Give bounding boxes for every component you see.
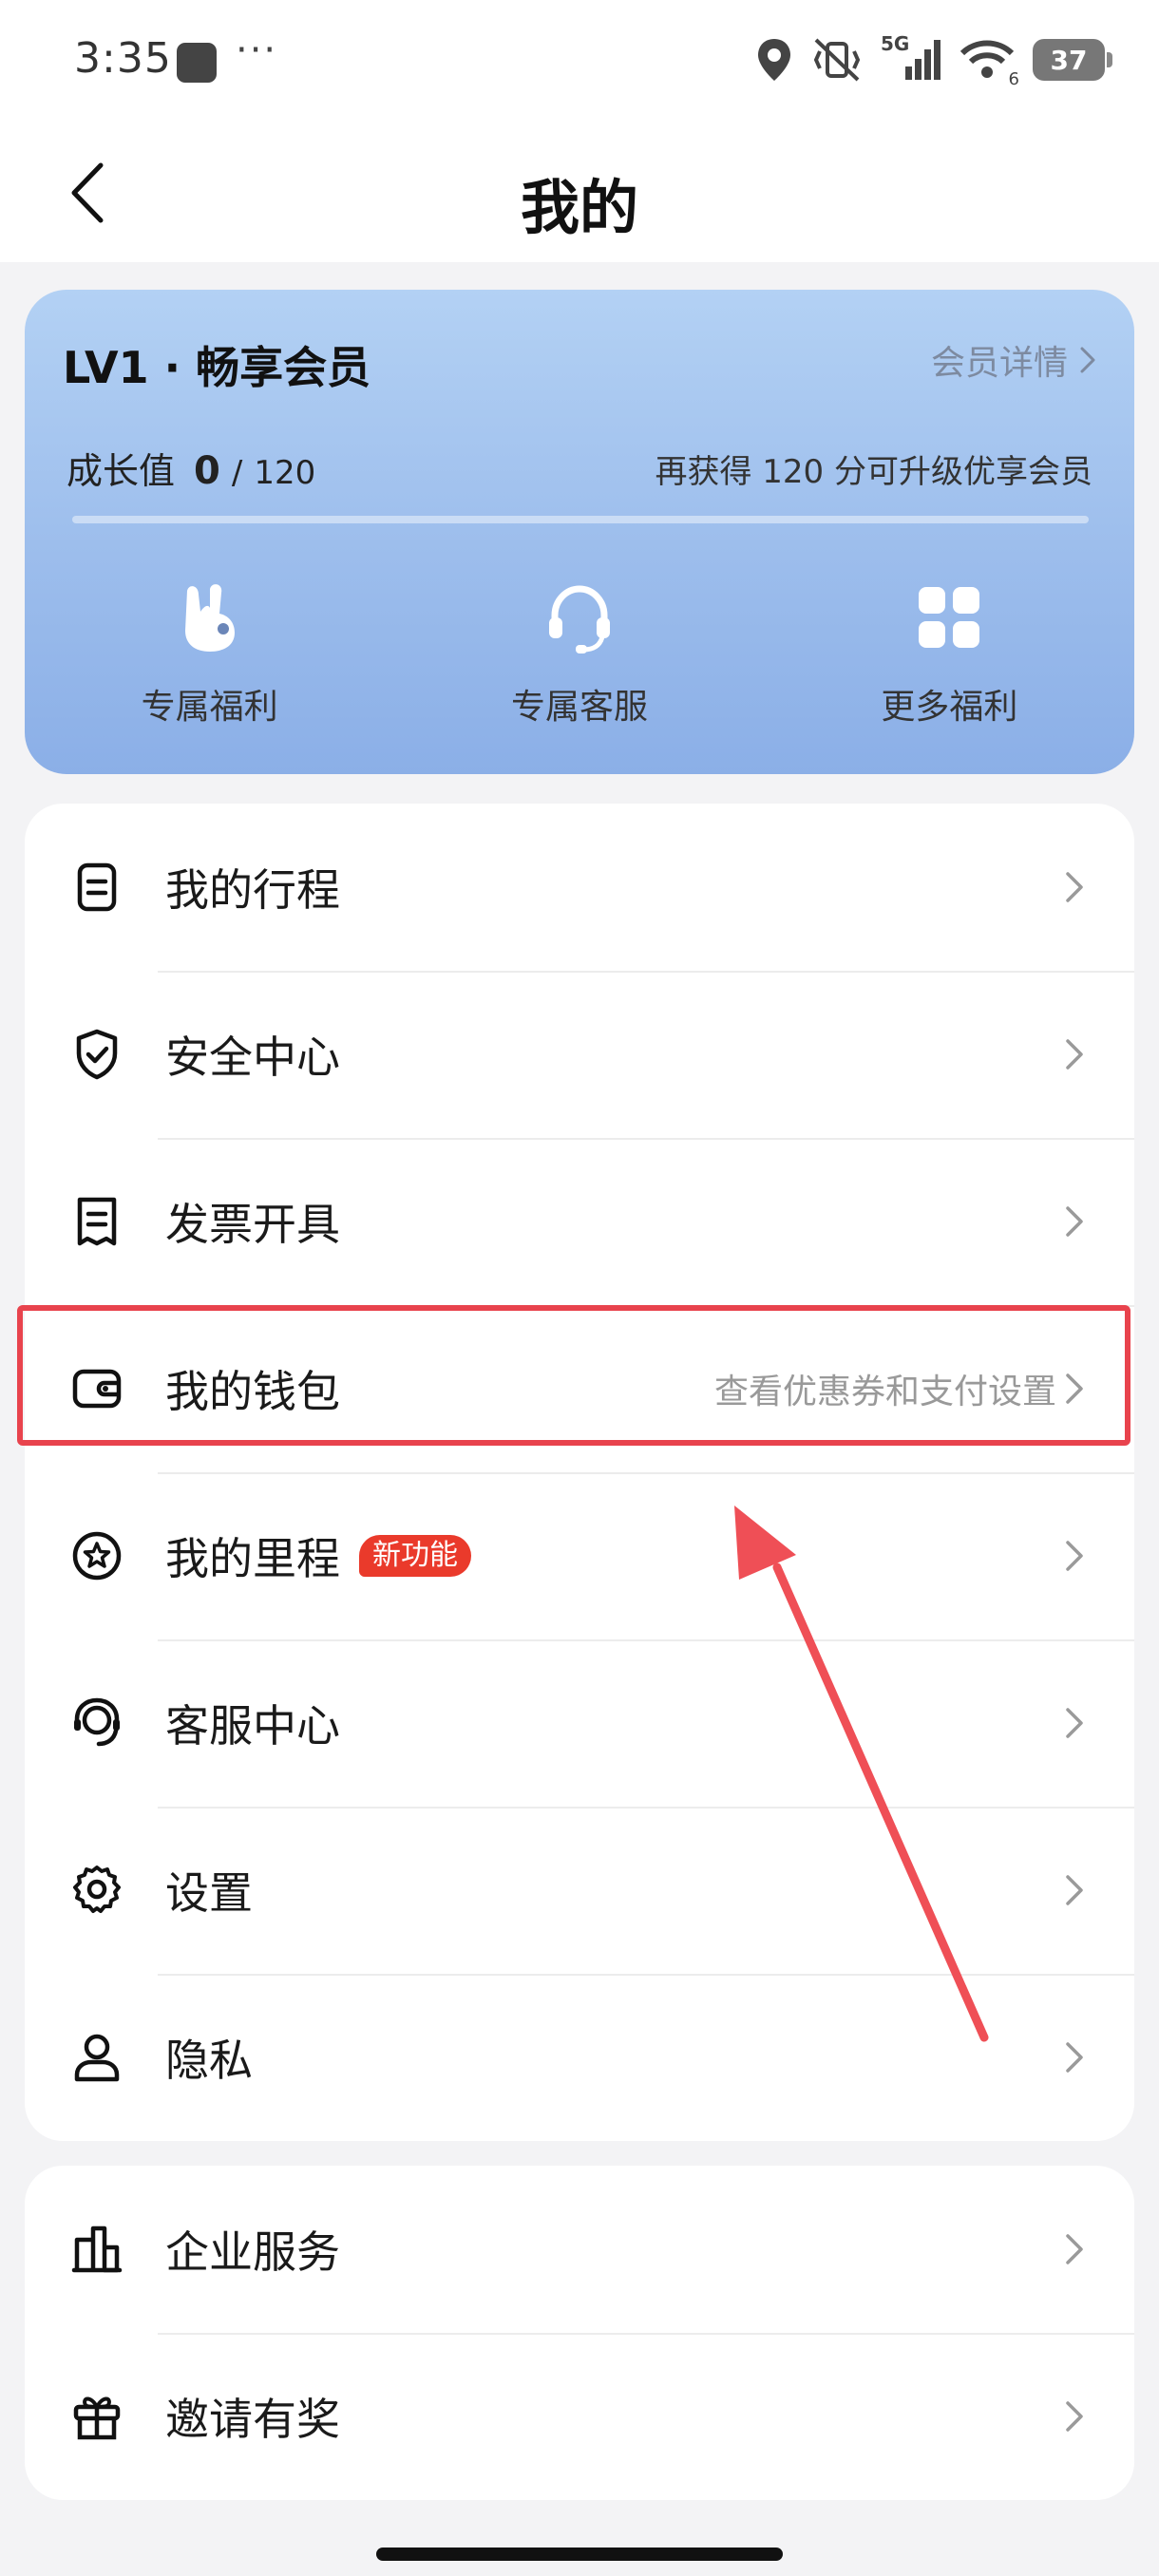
menu-item-my-trips[interactable]: 我的行程	[25, 804, 1134, 971]
growth-current: 0	[194, 449, 220, 493]
person-icon	[70, 2031, 124, 2084]
main-menu-list: 我的行程 安全中心 发票开具 我的钱包 查看优惠券和支付设置 我的里程 新功能	[25, 804, 1134, 2141]
cellular-signal-icon: 5G	[881, 32, 941, 84]
menu-item-label: 企业服务	[165, 2226, 340, 2278]
gear-icon	[70, 1864, 124, 1917]
menu-item-privacy[interactable]: 隐私	[25, 1974, 1134, 2141]
page-title: 我的	[520, 173, 638, 242]
headset-icon	[537, 575, 622, 660]
chevron-right-icon	[1080, 347, 1095, 373]
menu-item-label-text: 我的里程	[165, 1533, 340, 1584]
top-nav-bar: 我的	[0, 123, 1159, 262]
member-detail-label: 会员详情	[930, 344, 1068, 383]
menu-item-settings[interactable]: 设置	[25, 1807, 1134, 1974]
chevron-right-icon	[1060, 2397, 1089, 2435]
gift-icon	[70, 2390, 124, 2443]
menu-item-label: 安全中心	[165, 1032, 340, 1083]
benefits-row: 专属福利 专属客服 更多福利	[25, 575, 1134, 729]
chevron-right-icon	[1060, 1035, 1089, 1073]
menu-item-invoice[interactable]: 发票开具	[25, 1138, 1134, 1305]
wifi-badge: 6	[1008, 69, 1019, 89]
itinerary-icon	[70, 861, 124, 914]
menu-item-enterprise-services[interactable]: 企业服务	[25, 2166, 1134, 2333]
app-notification-icon	[177, 43, 217, 83]
menu-item-label: 我的钱包	[165, 1366, 340, 1417]
menu-item-label: 客服中心	[165, 1700, 340, 1752]
member-level-title: LV1 · 畅享会员	[63, 342, 371, 393]
menu-item-label: 隐私	[165, 2035, 253, 2086]
status-icons: 5G 6 37	[755, 32, 1112, 89]
status-bar: 3:35 ··· 5G 6 37	[0, 0, 1159, 123]
menu-item-label: 我的里程 新功能	[165, 1525, 471, 1587]
customer-service-icon	[70, 1696, 124, 1750]
menu-item-customer-service[interactable]: 客服中心	[25, 1639, 1134, 1807]
more-notifications-icon: ···	[236, 28, 278, 72]
chevron-right-icon	[1060, 1537, 1089, 1575]
benefit-more-perks[interactable]: 更多福利	[765, 575, 1134, 729]
member-card: LV1 · 畅享会员 会员详情 成长值 0 / 120 再获得 120 分可升级…	[25, 290, 1134, 774]
menu-item-label: 设置	[165, 1867, 253, 1919]
growth-separator: /	[231, 454, 243, 492]
wallet-subtitle: 查看优惠券和支付设置	[713, 1373, 1056, 1411]
building-icon	[70, 2223, 124, 2276]
menu-item-invite-rewards[interactable]: 邀请有奖	[25, 2333, 1134, 2500]
status-time: 3:35	[74, 34, 172, 83]
menu-item-label: 发票开具	[165, 1199, 340, 1250]
upgrade-tip: 再获得 120 分可升级优享会员	[655, 453, 1092, 491]
benefit-label: 更多福利	[881, 688, 1018, 727]
chevron-right-icon	[1060, 1203, 1089, 1241]
star-badge-icon	[70, 1529, 124, 1582]
benefit-exclusive-perks[interactable]: 专属福利	[25, 575, 394, 729]
growth-value: 成长值 0 / 120	[66, 442, 315, 494]
benefit-label: 专属客服	[510, 688, 648, 727]
growth-progress-bar	[72, 516, 1089, 523]
shield-icon	[70, 1028, 124, 1081]
grid-icon	[906, 575, 992, 660]
home-indicator[interactable]	[376, 2548, 783, 2561]
menu-item-safety-center[interactable]: 安全中心	[25, 971, 1134, 1138]
menu-item-label: 邀请有奖	[165, 2394, 340, 2445]
location-icon	[758, 39, 790, 81]
chevron-right-icon	[1060, 1704, 1089, 1742]
growth-total: 120	[254, 454, 316, 492]
battery-icon: 37	[1033, 39, 1112, 81]
member-detail-link[interactable]: 会员详情	[931, 335, 1096, 385]
rabbit-gift-icon	[167, 575, 253, 660]
wifi-icon: 6	[959, 36, 1019, 89]
mute-vibrate-icon	[813, 38, 861, 82]
benefit-exclusive-service[interactable]: 专属客服	[394, 575, 764, 729]
menu-item-mileage[interactable]: 我的里程 新功能	[25, 1472, 1134, 1639]
chevron-right-icon	[1060, 2230, 1089, 2268]
wallet-icon	[70, 1362, 124, 1415]
chevron-right-icon	[1060, 1370, 1089, 1408]
chevron-right-icon	[1060, 868, 1089, 906]
menu-item-label: 我的行程	[165, 864, 340, 916]
chevron-right-icon	[1060, 1871, 1089, 1909]
battery-level: 37	[1050, 44, 1088, 76]
growth-label: 成长值	[66, 450, 176, 492]
menu-item-wallet[interactable]: 我的钱包 查看优惠券和支付设置	[25, 1305, 1134, 1472]
receipt-icon	[70, 1195, 124, 1248]
new-feature-badge: 新功能	[359, 1535, 471, 1577]
chevron-right-icon	[1060, 2038, 1089, 2076]
benefit-label: 专属福利	[141, 688, 278, 727]
secondary-menu-list: 企业服务 邀请有奖	[25, 2166, 1134, 2500]
